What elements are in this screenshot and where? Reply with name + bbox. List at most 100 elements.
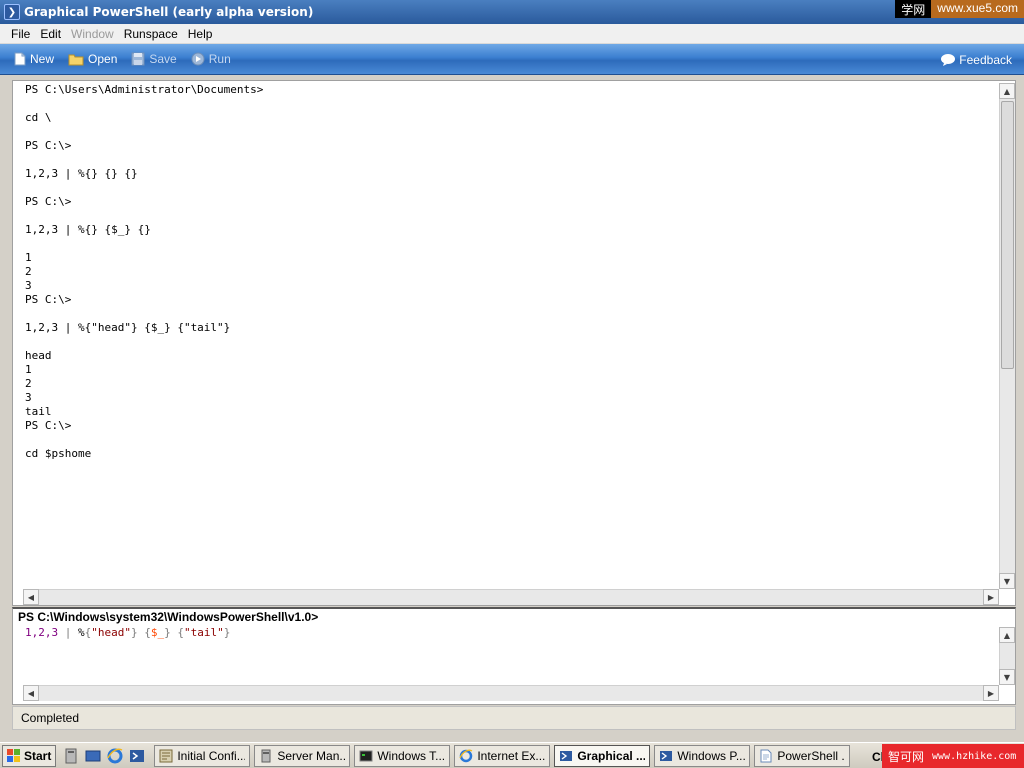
input-pane[interactable]: 1,2,3 | %{"head"} {$_} {"tail"} ▲ ▼ ◀ ▶: [12, 625, 1016, 705]
output-line: 2: [25, 377, 32, 390]
input-token-op: } {: [131, 626, 151, 639]
save-button[interactable]: Save: [131, 52, 177, 66]
taskbar-button[interactable]: Windows T...: [354, 744, 451, 767]
taskbar-button-label: Graphical ...: [577, 748, 646, 763]
scroll-thumb[interactable]: [1001, 101, 1014, 369]
menu-window[interactable]: Window: [66, 27, 119, 41]
taskbar-button[interactable]: Internet Ex...: [454, 744, 551, 767]
title-bar[interactable]: ❯ Graphical PowerShell (early alpha vers…: [0, 0, 1024, 24]
output-horizontal-scrollbar[interactable]: ◀ ▶: [23, 589, 999, 605]
menu-bar: File Edit Window Runspace Help: [0, 24, 1024, 44]
open-button-label: Open: [88, 52, 118, 66]
output-line: cd $pshome: [25, 447, 92, 460]
output-line: 3: [25, 279, 32, 292]
ie-icon: [459, 749, 473, 763]
task-buttons: Initial Confi... Server Man... Windows T..…: [154, 744, 854, 767]
new-button-label: New: [30, 52, 55, 66]
taskbar: Start Initial Confi... Server Man... Windo…: [0, 742, 1024, 768]
output-line: 1: [25, 251, 32, 264]
taskbar-button[interactable]: Initial Confi...: [154, 744, 251, 767]
run-button[interactable]: Run: [191, 52, 231, 66]
floppy-disk-icon: [131, 52, 145, 66]
watermark-bottom-url: www.hzhike.com: [932, 750, 1017, 762]
server-icon: [259, 749, 273, 763]
speech-bubble-icon: [940, 53, 956, 67]
output-line: 1,2,3 | %{} {} {}: [25, 167, 138, 180]
input-scroll-right-button[interactable]: ▶: [983, 685, 999, 701]
output-line: 1: [25, 363, 32, 376]
menu-runspace[interactable]: Runspace: [119, 27, 183, 41]
input-horizontal-scrollbar[interactable]: ◀ ▶: [23, 685, 999, 701]
show-desktop-icon[interactable]: [84, 747, 102, 765]
scroll-up-button[interactable]: ▲: [999, 83, 1015, 99]
start-label: Start: [24, 748, 52, 763]
input-token-op: } {: [164, 626, 184, 639]
scroll-down-button[interactable]: ▼: [999, 573, 1015, 589]
window-title: Graphical PowerShell (early alpha versio…: [24, 5, 314, 19]
input-vertical-scrollbar[interactable]: ▲ ▼: [999, 627, 1015, 685]
scroll-left-button[interactable]: ◀: [23, 589, 39, 605]
ie-icon[interactable]: [106, 747, 124, 765]
new-button[interactable]: New: [14, 52, 54, 66]
taskbar-button-label: Server Man...: [277, 748, 346, 763]
output-pane[interactable]: PS C:\Users\Administrator\Documents> cd …: [12, 80, 1016, 606]
scroll-right-button[interactable]: ▶: [983, 589, 999, 605]
server-manager-icon[interactable]: [62, 747, 80, 765]
taskbar-button-label: Initial Confi...: [177, 748, 246, 763]
quick-launch: [60, 747, 148, 765]
menu-file[interactable]: File: [6, 27, 35, 41]
output-line: cd \: [25, 111, 52, 124]
taskbar-button-label: Windows T...: [377, 748, 446, 763]
taskbar-button-label: Internet Ex...: [477, 748, 546, 763]
watermark-bottom: 智可网 www.hzhike.com: [882, 744, 1024, 768]
new-document-icon: [14, 52, 26, 66]
feedback-button[interactable]: Feedback: [940, 44, 1012, 75]
output-line: PS C:\>: [25, 195, 72, 208]
folder-icon: [68, 53, 84, 66]
run-button-label: Run: [208, 52, 231, 66]
play-icon: [191, 52, 205, 66]
input-token-str: "head": [91, 626, 131, 639]
taskbar-button[interactable]: Graphical ...: [554, 744, 651, 767]
taskbar-button[interactable]: Server Man...: [254, 744, 351, 767]
output-line: 1,2,3 | %{"head"} {$_} {"tail"}: [25, 321, 231, 334]
powershell-icon[interactable]: [128, 747, 146, 765]
input-token-op: }: [223, 626, 231, 639]
menu-edit[interactable]: Edit: [35, 27, 66, 41]
menu-help[interactable]: Help: [183, 27, 218, 41]
input-token-op: |: [58, 626, 78, 639]
start-button[interactable]: Start: [2, 744, 57, 767]
output-line: head: [25, 349, 52, 362]
toolbar: New Open Save Run Feedback: [0, 44, 1024, 75]
status-bar: Completed: [12, 706, 1016, 730]
watermark-top-label: 学网: [895, 0, 932, 18]
output-line: 1,2,3 | %{} {$_} {}: [25, 223, 151, 236]
output-text: PS C:\Users\Administrator\Documents> cd …: [25, 83, 995, 587]
input-scroll-down-button[interactable]: ▼: [999, 669, 1015, 685]
prompt-label: PS C:\Windows\system32\WindowsPowerShell…: [12, 607, 1016, 625]
open-button[interactable]: Open: [68, 52, 117, 66]
output-vertical-scrollbar[interactable]: ▲ ▼: [999, 83, 1015, 589]
input-token-var: $_: [150, 626, 165, 639]
taskbar-button[interactable]: Windows P...: [654, 744, 751, 767]
input-token-num: 1,2,3: [25, 626, 59, 639]
output-line: PS C:\>: [25, 139, 72, 152]
taskbar-button[interactable]: PowerShell ...: [754, 744, 851, 767]
input-scroll-up-button[interactable]: ▲: [999, 627, 1015, 643]
output-line: PS C:\>: [25, 419, 72, 432]
command-input[interactable]: 1,2,3 | %{"head"} {$_} {"tail"}: [25, 626, 230, 640]
output-line: PS C:\Users\Administrator\Documents>: [25, 83, 264, 96]
input-token-str: "tail": [184, 626, 224, 639]
powershell-icon: ❯: [4, 4, 20, 20]
input-scroll-left-button[interactable]: ◀: [23, 685, 39, 701]
output-line: tail: [25, 405, 52, 418]
powershell-icon: [659, 749, 673, 763]
